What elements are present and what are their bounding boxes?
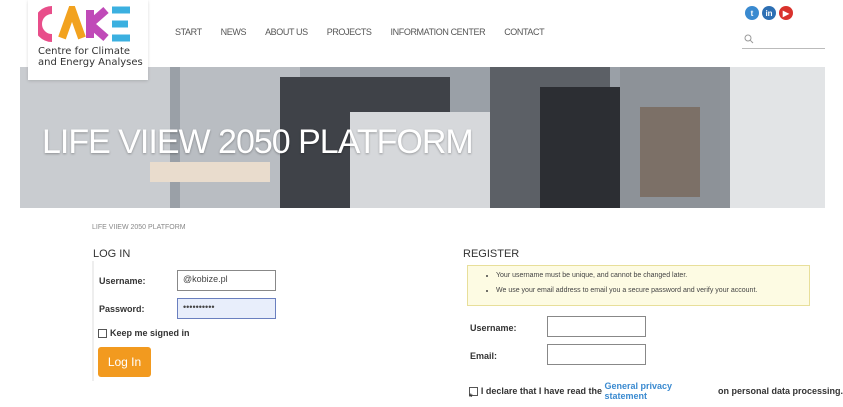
keep-signed-in-checkbox[interactable]: Keep me signed in: [98, 328, 190, 338]
hero-title: LIFE VIIEW 2050 PLATFORM: [42, 123, 474, 161]
cake-logo-icon: [38, 6, 130, 42]
notice-item: Your username must be unique, and cannot…: [496, 272, 809, 279]
register-email-label: Email:: [470, 351, 498, 361]
nav-start[interactable]: START: [175, 27, 202, 37]
linkedin-icon[interactable]: in: [762, 6, 776, 20]
site-logo[interactable]: Centre for Climate and Energy Analyses: [28, 0, 148, 80]
register-username-label: Username:: [470, 323, 517, 333]
main-nav: START NEWS ABOUT US PROJECTS INFORMATION…: [175, 27, 563, 37]
declare-suffix: on personal data processing.: [715, 386, 843, 396]
nav-about-us[interactable]: ABOUT US: [265, 27, 308, 37]
nav-projects[interactable]: PROJECTS: [327, 27, 372, 37]
privacy-declaration-checkbox[interactable]: I declare that I have read the General p…: [469, 381, 843, 401]
login-username-input[interactable]: @kobize.pl: [177, 270, 276, 291]
keep-signed-in-label: Keep me signed in: [110, 328, 190, 338]
register-email-input[interactable]: [547, 344, 646, 365]
privacy-statement-link[interactable]: General privacy statement: [604, 381, 715, 401]
logo-line-1: Centre for Climate: [38, 46, 131, 57]
login-divider: [92, 261, 94, 381]
nav-contact[interactable]: CONTACT: [504, 27, 544, 37]
checkbox-box[interactable]: [98, 328, 107, 338]
login-username-label: Username:: [99, 276, 146, 286]
search-input[interactable]: [742, 33, 825, 49]
login-heading: LOG IN: [93, 248, 131, 260]
register-notice: Your username must be unique, and cannot…: [467, 265, 810, 306]
twitter-icon[interactable]: t: [745, 6, 759, 20]
hero-banner: LIFE VIIEW 2050 PLATFORM: [20, 67, 825, 208]
logo-text: Centre for Climate and Energy Analyses: [38, 46, 143, 68]
register-username-input[interactable]: [547, 316, 646, 337]
required-mark: *: [469, 392, 473, 402]
login-button[interactable]: Log In: [98, 347, 151, 377]
declare-prefix: I declare that I have read the: [480, 386, 605, 396]
nav-information-center[interactable]: INFORMATION CENTER: [391, 27, 486, 37]
breadcrumb[interactable]: LIFE VIIEW 2050 PLATFORM: [92, 224, 186, 231]
search-icon: [744, 34, 754, 44]
logo-line-2: and Energy Analyses: [38, 57, 143, 68]
register-heading: REGISTER: [463, 248, 520, 260]
notice-item: We use your email address to email you a…: [496, 287, 809, 294]
nav-news[interactable]: NEWS: [221, 27, 247, 37]
social-links: t in ▶: [745, 6, 793, 20]
youtube-icon[interactable]: ▶: [779, 6, 793, 20]
login-password-input[interactable]: ••••••••••: [177, 298, 276, 319]
login-password-label: Password:: [99, 304, 145, 314]
